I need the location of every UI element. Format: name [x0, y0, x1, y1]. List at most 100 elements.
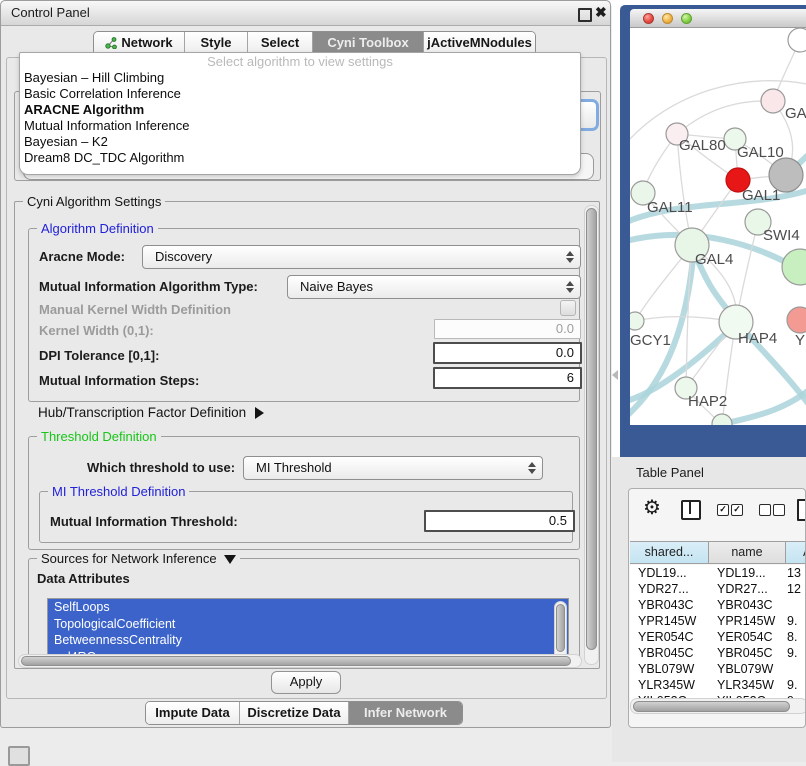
table-row[interactable]: YDL19...YDL19...13: [630, 565, 806, 581]
mit-input[interactable]: 0.5: [424, 510, 575, 532]
table-row[interactable]: YLR345WYLR345W9.: [630, 677, 806, 693]
tab-infer-network[interactable]: Infer Network: [349, 702, 462, 725]
settings-group-title: Cyni Algorithm Settings: [23, 194, 165, 209]
threshold-definition-title: Threshold Definition: [37, 429, 161, 444]
dpi-tolerance-input[interactable]: 0.0: [433, 342, 582, 364]
list-item-betweennesscentrality[interactable]: BetweennessCentrality: [48, 632, 568, 649]
cell-name: YDR27...: [717, 581, 783, 597]
settings-vertical-scrollbar[interactable]: [584, 205, 599, 665]
cell-extra: 8.: [787, 629, 806, 645]
tab-discretize-data[interactable]: Discretize Data: [240, 702, 349, 725]
table-panel: Table Panel shared... name A YDL19...YDL…: [612, 457, 806, 762]
cell-shared-name: YPR145W: [638, 613, 704, 629]
tab-impute-data[interactable]: Impute Data: [146, 702, 240, 725]
algorithm-definition-group: Algorithm Definition Aracne Mode: Discov…: [28, 228, 580, 402]
which-threshold-value: MI Threshold: [256, 457, 332, 478]
column-header-partial[interactable]: A: [786, 541, 806, 564]
mi-steps-input[interactable]: 6: [433, 367, 582, 389]
popup-item-aracne[interactable]: ARACNE Algorithm: [20, 102, 580, 118]
which-threshold-label: Which threshold to use:: [87, 460, 235, 475]
close-icon[interactable]: [595, 4, 607, 21]
popup-item-bayesian-hill-climbing[interactable]: Bayesian – Hill Climbing: [20, 70, 580, 86]
collapse-down-icon[interactable]: [224, 555, 236, 564]
network-node-label: HAP2: [688, 393, 727, 410]
popup-item-mutual-information[interactable]: Mutual Information Inference: [20, 118, 580, 134]
bottom-tabbar: Impute Data Discretize Data Infer Networ…: [145, 701, 463, 725]
control-panel-window: Control Panel Network Style Select Cyni …: [0, 0, 611, 728]
float-window-icon[interactable]: [578, 8, 592, 22]
network-node-label: GAL: [785, 105, 806, 122]
mi-type-value: Naive Bayes: [300, 276, 373, 297]
zoom-traffic-light-icon[interactable]: [681, 13, 692, 24]
splitter-collapse-icon[interactable]: [612, 370, 618, 380]
list-vertical-scrollbar-thumb[interactable]: [556, 604, 565, 652]
threshold-definition-group: Threshold Definition Which threshold to …: [28, 436, 580, 550]
popup-item-dream8[interactable]: Dream8 DC_TDC Algorithm: [20, 150, 580, 166]
column-header-name[interactable]: name: [709, 541, 786, 564]
sources-group: Sources for Network Inference Data Attri…: [28, 558, 580, 663]
minimize-traffic-light-icon[interactable]: [662, 13, 673, 24]
manual-kernel-checkbox[interactable]: [560, 300, 576, 316]
network-node[interactable]: [782, 249, 806, 285]
table-row[interactable]: YPR145WYPR145W9.: [630, 613, 806, 629]
tab-style-label: Style: [200, 35, 231, 50]
cell-extra: 9.: [787, 645, 806, 661]
import-table-icon[interactable]: [797, 499, 806, 521]
cell-shared-name: YLR345W: [638, 677, 704, 693]
network-node[interactable]: [630, 312, 644, 330]
popup-item-bayesian-k2[interactable]: Bayesian – K2: [20, 134, 580, 150]
table-row[interactable]: YBL079WYBL079W: [630, 661, 806, 677]
aracne-mode-combobox[interactable]: Discovery: [142, 245, 581, 269]
which-threshold-combobox[interactable]: MI Threshold: [243, 456, 543, 480]
hub-definition-expander[interactable]: Hub/Transcription Factor Definition: [38, 405, 264, 420]
kernel-width-label: Kernel Width (0,1):: [39, 323, 154, 338]
settings-vertical-scrollbar-thumb[interactable]: [586, 208, 597, 650]
network-node[interactable]: [761, 89, 785, 113]
table-row[interactable]: YBR043C YBR043C: [630, 597, 806, 613]
cell-extra: [787, 661, 806, 677]
unchecked-checkbox-icon[interactable]: [773, 504, 785, 516]
cell-shared-name: YBL079W: [638, 661, 704, 677]
list-item-topologicalcoefficient[interactable]: TopologicalCoefficient: [48, 616, 568, 633]
close-traffic-light-icon[interactable]: [643, 13, 654, 24]
table-row[interactable]: YDR27...YDR27...12: [630, 581, 806, 597]
network-node-label: GAL10: [737, 144, 784, 161]
settings-horizontal-scrollbar[interactable]: [18, 654, 582, 668]
table-horizontal-scrollbar[interactable]: [630, 698, 806, 714]
network-node[interactable]: [712, 414, 732, 425]
columns-icon[interactable]: [681, 500, 701, 520]
cell-name: YBR043C: [717, 597, 783, 613]
table-row[interactable]: YER054CYER054C8.: [630, 629, 806, 645]
mi-type-combobox[interactable]: Naive Bayes: [287, 275, 581, 299]
gear-icon[interactable]: [643, 495, 661, 520]
network-node[interactable]: [787, 307, 806, 333]
table-row[interactable]: YBR045CYBR045C9.: [630, 645, 806, 661]
data-attributes-label: Data Attributes: [37, 571, 130, 586]
cell-shared-name: YBR043C: [638, 597, 704, 613]
cell-shared-name: YDL19...: [638, 565, 704, 581]
kernel-width-input[interactable]: 0.0: [434, 319, 581, 339]
cell-name: YDL19...: [717, 565, 783, 581]
cell-extra: 12: [787, 581, 806, 597]
checked-checkbox-icon[interactable]: [731, 504, 743, 516]
network-node-label: GCY1: [630, 332, 671, 349]
unchecked-checkbox-icon[interactable]: [759, 504, 771, 516]
network-node[interactable]: [788, 28, 806, 52]
checked-checkbox-icon[interactable]: [717, 504, 729, 516]
table-horizontal-scrollbar-thumb[interactable]: [633, 701, 790, 712]
cell-name: YBR045C: [717, 645, 783, 661]
dock-grid-icon[interactable]: [8, 746, 30, 766]
cell-extra: 9.: [787, 677, 806, 693]
cell-name: YPR145W: [717, 613, 783, 629]
popup-item-basic-correlation[interactable]: Basic Correlation Inference: [20, 86, 580, 102]
table-panel-card: shared... name A YDL19...YDL19...13 YDR2…: [628, 488, 806, 728]
panel-gap: [612, 6, 620, 457]
network-canvas[interactable]: GALGAL80GAL10GAL1GAL11SWI4GAL4GCY1HAP4YH…: [630, 28, 806, 425]
apply-button[interactable]: Apply: [271, 671, 341, 694]
cell-name: YLR345W: [717, 677, 783, 693]
settings-horizontal-scrollbar-thumb[interactable]: [21, 656, 571, 666]
column-header-shared-name[interactable]: shared...: [630, 541, 709, 564]
tab-network-label: Network: [121, 35, 172, 50]
tab-cyni-toolbox-label: Cyni Toolbox: [327, 35, 408, 50]
list-item-selfloops[interactable]: SelfLoops: [48, 599, 568, 616]
